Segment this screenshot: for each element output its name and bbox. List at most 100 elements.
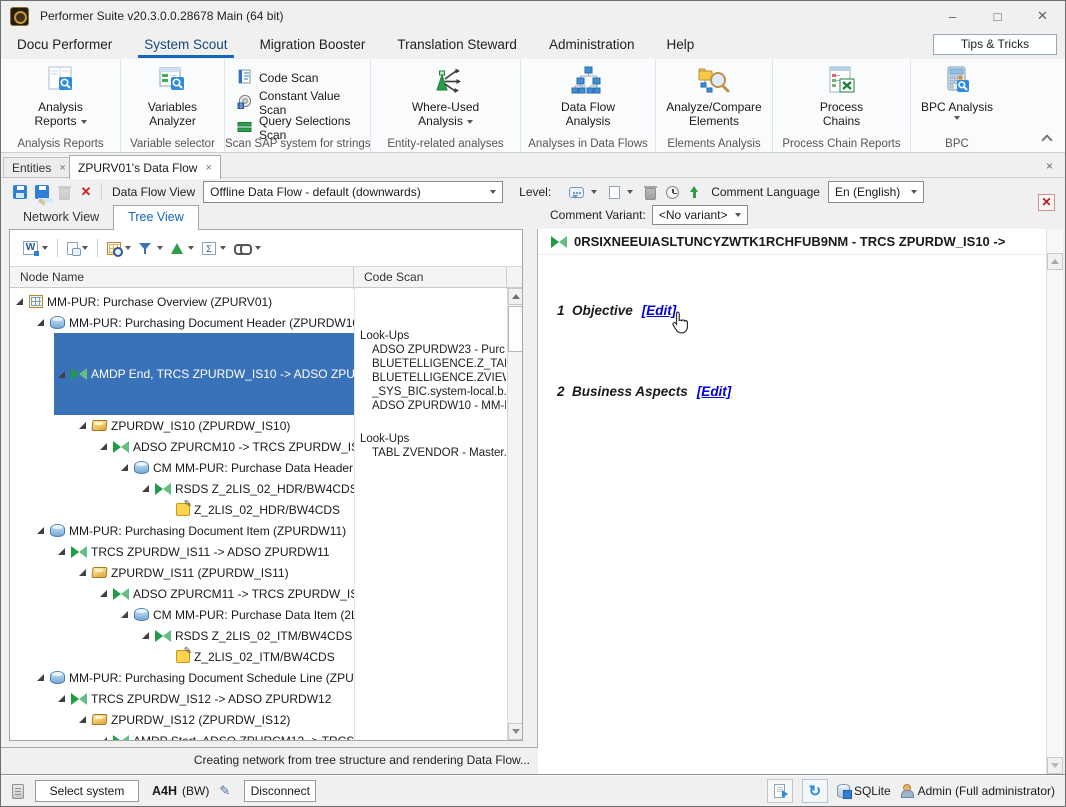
tree-node[interactable]: CM MM-PUR: Purchase Data Header (2LI	[10, 457, 354, 478]
filter-button[interactable]	[136, 236, 166, 260]
tree-node[interactable]: AMDP Start, ADSO ZPURCM12 -> TRCS ZPU	[10, 730, 354, 740]
tree-node[interactable]: ZPURDW_IS12 (ZPURDW_IS12)	[10, 709, 354, 730]
tab-migration-booster[interactable]: Migration Booster	[244, 32, 382, 58]
analysis-reports-button[interactable]: Analysis Reports	[25, 64, 97, 128]
close-button[interactable]: ✕	[1020, 1, 1065, 31]
expander-icon[interactable]	[100, 443, 107, 450]
expander-icon[interactable]	[37, 527, 44, 534]
refresh-button[interactable]: ↻	[802, 779, 828, 803]
column-header-node-name[interactable]: Node Name	[10, 267, 354, 289]
tab-system-scout[interactable]: System Scout	[128, 32, 243, 58]
documentation-scrollbar[interactable]	[1046, 229, 1063, 774]
expander-icon[interactable]	[37, 674, 44, 681]
scroll-up-button[interactable]	[508, 288, 522, 305]
scroll-up-button[interactable]	[1047, 253, 1063, 270]
close-comment-panel-button[interactable]: ✕	[1038, 194, 1055, 211]
select-system-button[interactable]: Select system	[35, 780, 139, 802]
tips-and-tricks-button[interactable]: Tips & Tricks	[933, 34, 1057, 55]
comment-variant-select[interactable]: <No variant>	[652, 205, 748, 225]
tab-entities[interactable]: Entities ×	[3, 157, 75, 178]
tree-scrollbar[interactable]	[507, 288, 522, 740]
scroll-down-button[interactable]	[1047, 757, 1063, 774]
save-button[interactable]	[9, 181, 31, 203]
save-as-button[interactable]	[31, 181, 53, 203]
expander-icon[interactable]	[121, 611, 128, 618]
data-flow-analysis-button[interactable]: Data Flow Analysis	[553, 64, 623, 128]
code-scan-button[interactable]: Code Scan	[237, 65, 370, 90]
query-selections-scan-button[interactable]: Query Selections Scan	[237, 115, 370, 140]
expander-icon[interactable]	[79, 569, 86, 576]
bpc-analysis-button[interactable]: BPC Analysis	[913, 64, 1001, 120]
minimize-button[interactable]: –	[930, 1, 975, 31]
scrollbar-thumb[interactable]	[508, 306, 522, 352]
comment-language-select[interactable]: En (English)	[828, 181, 924, 203]
tree-node[interactable]: ADSO ZPURCM10 -> TRCS ZPURDW_IS10	[10, 436, 354, 457]
comment-button[interactable]	[565, 181, 587, 203]
expander-icon[interactable]	[100, 737, 107, 740]
comment-document-button[interactable]	[64, 236, 91, 260]
edit-business-aspects-link[interactable]: [Edit]	[697, 384, 732, 399]
tree-node[interactable]: ZPURDW_IS11 (ZPURDW_IS11)	[10, 562, 354, 583]
delete-comment-button[interactable]	[639, 181, 661, 203]
tab-translation-steward[interactable]: Translation Steward	[381, 32, 533, 58]
tree-node[interactable]: Z_2LIS_02_HDR/BW4CDS	[10, 499, 354, 520]
word-export-button[interactable]	[20, 236, 51, 260]
tab-network-view[interactable]: Network View	[9, 205, 113, 230]
close-tab-icon[interactable]: ×	[59, 162, 65, 174]
expander-icon[interactable]	[79, 422, 86, 429]
delete-button[interactable]	[53, 181, 75, 203]
expander-icon[interactable]	[58, 371, 65, 378]
tree-node[interactable]: RSDS Z_2LIS_02_ITM/BW4CDS -> A	[10, 625, 354, 646]
scroll-down-button[interactable]	[508, 723, 522, 740]
close-tab-icon[interactable]: ×	[205, 162, 211, 174]
tree-node[interactable]: AMDP End, TRCS ZPURDW_IS10 -> ADSO ZPURD…	[10, 333, 354, 415]
variables-analyzer-button[interactable]: Variables Analyzer	[138, 64, 208, 128]
expander-icon[interactable]	[142, 485, 149, 492]
expander-icon[interactable]	[58, 548, 65, 555]
expander-icon[interactable]	[16, 298, 23, 305]
tree-node[interactable]: ZPURDW_IS10 (ZPURDW_IS10)	[10, 415, 354, 436]
disconnect-button[interactable]: Disconnect	[244, 780, 316, 802]
delete-data-flow-button[interactable]: ✕	[75, 181, 97, 203]
expander-icon[interactable]	[100, 590, 107, 597]
tree-node[interactable]: ADSO ZPURCM11 -> TRCS ZPURDW_IS11	[10, 583, 354, 604]
copy-comment-button[interactable]	[601, 181, 623, 203]
tree-node[interactable]: MM-PUR: Purchasing Document Schedule Lin…	[10, 667, 354, 688]
expander-icon[interactable]	[58, 695, 65, 702]
expander-icon[interactable]	[79, 716, 86, 723]
tree-node[interactable]: TRCS ZPURDW_IS12 -> ADSO ZPURDW12	[10, 688, 354, 709]
comment-history-button[interactable]	[661, 181, 683, 203]
system-list-button[interactable]	[7, 780, 29, 802]
hierarchy-button[interactable]	[168, 236, 197, 260]
collapse-ribbon-icon[interactable]	[1041, 134, 1052, 145]
chevron-down-icon[interactable]	[591, 190, 597, 194]
column-header-code-scan[interactable]: Code Scan	[354, 267, 507, 289]
analyze-compare-elements-button[interactable]: Analyze/Compare Elements	[659, 64, 769, 128]
upload-comment-button[interactable]	[683, 181, 705, 203]
tree-node[interactable]: MM-PUR: Purchase Overview (ZPURV01)	[10, 291, 354, 312]
aggregate-button[interactable]	[199, 236, 229, 260]
where-used-analysis-button[interactable]: Where-Used Analysis	[400, 64, 492, 128]
process-chains-button[interactable]: Process Chains	[810, 64, 874, 128]
tree-node[interactable]: Z_2LIS_02_ITM/BW4CDS	[10, 646, 354, 667]
tab-administration[interactable]: Administration	[533, 32, 651, 58]
tab-tree-view[interactable]: Tree View	[113, 205, 199, 230]
expander-icon[interactable]	[142, 632, 149, 639]
close-strip-icon[interactable]: ×	[1046, 159, 1053, 173]
link-button[interactable]	[231, 236, 264, 260]
tab-docu-performer[interactable]: Docu Performer	[1, 32, 128, 58]
tree-node[interactable]: RSDS Z_2LIS_02_HDR/BW4CDS -> A	[10, 478, 354, 499]
tab-zpurv01-data-flow[interactable]: ZPURV01's Data Flow ×	[69, 155, 221, 179]
tree-node[interactable]: MM-PUR: Purchasing Document Item (ZPURDW…	[10, 520, 354, 541]
tab-help[interactable]: Help	[650, 32, 710, 58]
report-button[interactable]	[767, 779, 793, 803]
tree-node[interactable]: MM-PUR: Purchasing Document Header (ZPUR…	[10, 312, 354, 333]
expander-icon[interactable]	[121, 464, 128, 471]
maximize-button[interactable]: □	[975, 1, 1020, 31]
expander-icon[interactable]	[37, 319, 44, 326]
tree-node[interactable]: TRCS ZPURDW_IS11 -> ADSO ZPURDW11	[10, 541, 354, 562]
data-flow-view-select[interactable]: Offline Data Flow - default (downwards)	[203, 181, 503, 203]
constant-value-scan-button[interactable]: 1 Constant Value Scan	[237, 90, 370, 115]
tree-node[interactable]: CM MM-PUR: Purchase Data Item (2LIS_	[10, 604, 354, 625]
chevron-down-icon[interactable]	[627, 190, 633, 194]
